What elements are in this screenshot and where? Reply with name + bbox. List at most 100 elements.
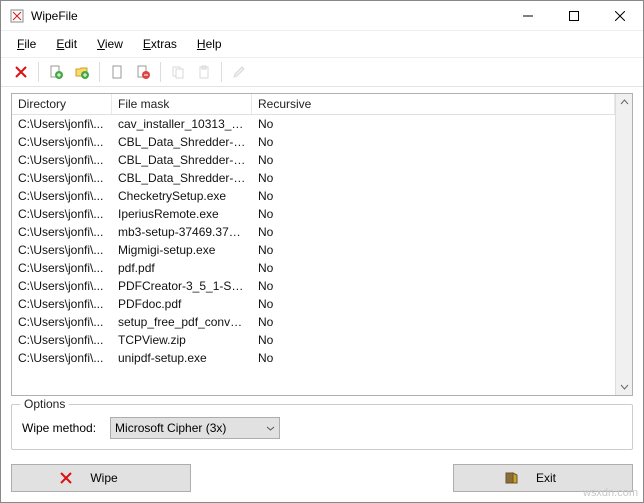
separator: [221, 62, 222, 82]
cell-filemask: pdf.pdf: [112, 259, 252, 277]
bottom-bar: Wipe Exit: [1, 456, 643, 502]
wipe-button[interactable]: Wipe: [11, 464, 191, 492]
cell-recursive: No: [252, 331, 615, 349]
scroll-track[interactable]: [616, 111, 632, 378]
window-title: WipeFile: [31, 9, 505, 23]
cell-directory: C:\Users\jonfi\...: [12, 331, 112, 349]
cell-recursive: No: [252, 169, 615, 187]
table-row[interactable]: C:\Users\jonfi\...pdf.pdfNo: [12, 259, 615, 277]
table-row[interactable]: C:\Users\jonfi\...CBL_Data_Shredder-WI..…: [12, 169, 615, 187]
cell-recursive: No: [252, 295, 615, 313]
cell-filemask: IperiusRemote.exe: [112, 205, 252, 223]
table-row[interactable]: C:\Users\jonfi\...PDFCreator-3_5_1-Setu.…: [12, 277, 615, 295]
table-row[interactable]: C:\Users\jonfi\...setup_free_pdf_convert…: [12, 313, 615, 331]
cell-directory: C:\Users\jonfi\...: [12, 133, 112, 151]
cell-filemask: CBL_Data_Shredder-DO...: [112, 151, 252, 169]
menu-edit[interactable]: Edit: [48, 33, 85, 55]
cell-recursive: No: [252, 349, 615, 367]
toolbar: [1, 57, 643, 87]
cell-directory: C:\Users\jonfi\...: [12, 205, 112, 223]
cell-recursive: No: [252, 259, 615, 277]
table-row[interactable]: C:\Users\jonfi\...mb3-setup-37469.3746..…: [12, 223, 615, 241]
cell-filemask: cav_installer_10313_10...: [112, 115, 252, 133]
scroll-up-icon[interactable]: [616, 94, 632, 111]
cell-filemask: CBL_Data_Shredder-WI...: [112, 169, 252, 187]
cell-filemask: ChecketrySetup.exe: [112, 187, 252, 205]
content-area: Directory File mask Recursive C:\Users\j…: [1, 87, 643, 456]
cell-recursive: No: [252, 223, 615, 241]
cell-filemask: PDFdoc.pdf: [112, 295, 252, 313]
add-file-icon[interactable]: [44, 61, 68, 83]
cell-recursive: No: [252, 205, 615, 223]
menu-help[interactable]: Help: [189, 33, 230, 55]
maximize-button[interactable]: [551, 1, 597, 31]
wipe-method-label: Wipe method:: [22, 421, 96, 435]
cell-recursive: No: [252, 313, 615, 331]
wipe-button-label: Wipe: [90, 471, 117, 485]
delete-icon[interactable]: [9, 61, 33, 83]
wipe-method-select[interactable]: Microsoft Cipher (3x): [110, 417, 280, 439]
cell-filemask: unipdf-setup.exe: [112, 349, 252, 367]
menu-extras[interactable]: Extras: [135, 33, 185, 55]
table-row[interactable]: C:\Users\jonfi\...cav_installer_10313_10…: [12, 115, 615, 133]
cell-directory: C:\Users\jonfi\...: [12, 151, 112, 169]
col-directory[interactable]: Directory: [12, 94, 112, 114]
cell-recursive: No: [252, 241, 615, 259]
table-row[interactable]: C:\Users\jonfi\...unipdf-setup.exeNo: [12, 349, 615, 367]
table-row[interactable]: C:\Users\jonfi\...CBL_Data_Shredder-DO..…: [12, 133, 615, 151]
app-icon: [9, 8, 25, 24]
cell-recursive: No: [252, 133, 615, 151]
paste-icon[interactable]: [192, 61, 216, 83]
file-icon[interactable]: [105, 61, 129, 83]
scrollbar[interactable]: [615, 94, 632, 395]
exit-icon: [504, 470, 520, 486]
menu-file[interactable]: File: [9, 33, 44, 55]
menu-bar: File Edit View Extras Help: [1, 31, 643, 57]
cell-directory: C:\Users\jonfi\...: [12, 187, 112, 205]
cell-recursive: No: [252, 151, 615, 169]
table-row[interactable]: C:\Users\jonfi\...TCPView.zipNo: [12, 331, 615, 349]
cell-directory: C:\Users\jonfi\...: [12, 313, 112, 331]
cell-directory: C:\Users\jonfi\...: [12, 295, 112, 313]
edit-icon[interactable]: [227, 61, 251, 83]
cell-directory: C:\Users\jonfi\...: [12, 223, 112, 241]
cell-filemask: PDFCreator-3_5_1-Setu...: [112, 277, 252, 295]
separator: [99, 62, 100, 82]
minimize-button[interactable]: [505, 1, 551, 31]
options-panel: Options Wipe method: Microsoft Cipher (3…: [11, 404, 633, 450]
cell-recursive: No: [252, 115, 615, 133]
cell-filemask: Migmigi-setup.exe: [112, 241, 252, 259]
add-folder-icon[interactable]: [70, 61, 94, 83]
scroll-down-icon[interactable]: [616, 378, 632, 395]
cell-recursive: No: [252, 187, 615, 205]
table-row[interactable]: C:\Users\jonfi\...Migmigi-setup.exeNo: [12, 241, 615, 259]
exit-button[interactable]: Exit: [453, 464, 633, 492]
table-row[interactable]: C:\Users\jonfi\...PDFdoc.pdfNo: [12, 295, 615, 313]
list-header[interactable]: Directory File mask Recursive: [12, 94, 615, 115]
menu-view[interactable]: View: [89, 33, 131, 55]
exit-button-label: Exit: [536, 471, 556, 485]
table-row[interactable]: C:\Users\jonfi\...IperiusRemote.exeNo: [12, 205, 615, 223]
close-button[interactable]: [597, 1, 643, 31]
options-legend: Options: [20, 397, 69, 411]
col-recursive[interactable]: Recursive: [252, 94, 615, 114]
cell-directory: C:\Users\jonfi\...: [12, 241, 112, 259]
cell-directory: C:\Users\jonfi\...: [12, 277, 112, 295]
table-row[interactable]: C:\Users\jonfi\...CBL_Data_Shredder-DO..…: [12, 151, 615, 169]
col-filemask[interactable]: File mask: [112, 94, 252, 114]
cell-filemask: TCPView.zip: [112, 331, 252, 349]
title-bar: WipeFile: [1, 1, 643, 31]
table-row[interactable]: C:\Users\jonfi\...ChecketrySetup.exeNo: [12, 187, 615, 205]
cell-recursive: No: [252, 277, 615, 295]
cell-directory: C:\Users\jonfi\...: [12, 115, 112, 133]
cell-filemask: setup_free_pdf_convert...: [112, 313, 252, 331]
wipe-method-value: Microsoft Cipher (3x): [115, 421, 226, 435]
copy-icon[interactable]: [166, 61, 190, 83]
separator: [38, 62, 39, 82]
cell-directory: C:\Users\jonfi\...: [12, 349, 112, 367]
wipe-icon: [58, 470, 74, 486]
cell-directory: C:\Users\jonfi\...: [12, 259, 112, 277]
file-list[interactable]: Directory File mask Recursive C:\Users\j…: [11, 93, 633, 396]
remove-file-icon[interactable]: [131, 61, 155, 83]
chevron-down-icon: [266, 424, 275, 433]
